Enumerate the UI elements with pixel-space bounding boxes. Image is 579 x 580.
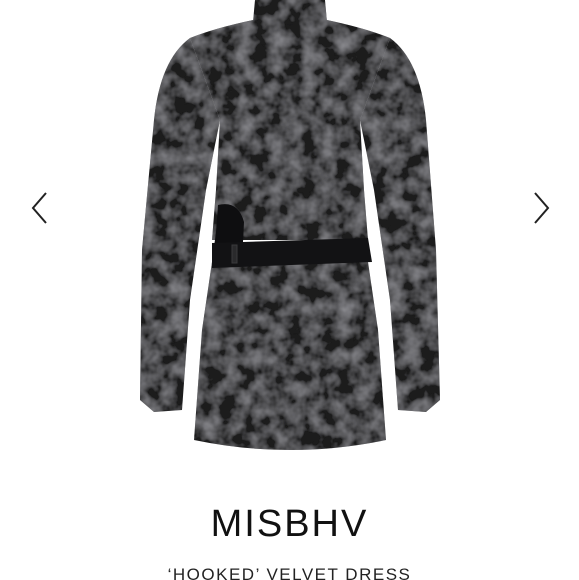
product-name: ‘HOOKED’ VELVET DRESS [167,565,412,580]
chevron-right-icon [534,192,550,224]
product-image-carousel[interactable] [0,0,579,470]
brand-name[interactable]: MISBHV [0,500,579,548]
previous-image-button[interactable] [24,188,54,228]
product-page: MISBHV ‘HOOKED’ VELVET DRESS [0,0,579,580]
next-image-button[interactable] [527,188,557,228]
product-image[interactable] [120,0,460,460]
chevron-left-icon [31,192,47,224]
